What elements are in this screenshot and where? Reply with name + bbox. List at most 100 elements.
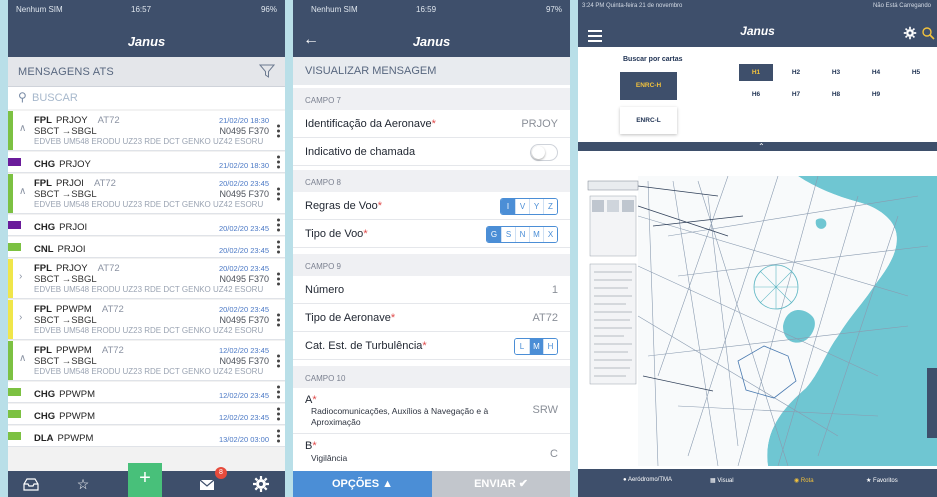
message-time: 21/02/20 18:30 bbox=[218, 161, 269, 170]
chevron-up-icon[interactable]: ∧ bbox=[19, 186, 26, 197]
more-icon[interactable] bbox=[277, 311, 281, 328]
option-l[interactable]: L bbox=[515, 339, 529, 354]
chart-button-h4[interactable]: H4 bbox=[859, 64, 893, 81]
equipment-a-value[interactable]: SRW bbox=[533, 404, 558, 416]
number-label: Número bbox=[305, 284, 345, 296]
number-row[interactable]: Número 1 bbox=[293, 276, 570, 304]
status-marker bbox=[8, 432, 21, 440]
search-icon[interactable] bbox=[921, 26, 935, 40]
chart-button-h6[interactable]: H6 bbox=[739, 86, 773, 103]
gear-icon[interactable] bbox=[252, 475, 270, 493]
message-time: 12/02/20 23:45 bbox=[218, 413, 269, 422]
chevron-right-icon[interactable]: › bbox=[19, 271, 22, 282]
equipment-a-row[interactable]: A* Radiocomunicações, Auxílios à Navegaç… bbox=[293, 388, 570, 434]
more-icon[interactable] bbox=[277, 428, 281, 445]
chart-button-h2[interactable]: H2 bbox=[779, 64, 813, 81]
chart-button-h8[interactable]: H8 bbox=[819, 86, 853, 103]
option-y[interactable]: Y bbox=[529, 199, 543, 214]
message-row[interactable]: ∧ FPL PPWPM AT72 12/02/20 23:45 SBCT →SBGL N04… bbox=[8, 341, 285, 381]
chevron-up-icon[interactable]: ∧ bbox=[19, 353, 26, 364]
chevron-up-icon[interactable]: ∧ bbox=[19, 123, 26, 134]
message-time: 12/02/20 23:45 bbox=[218, 391, 269, 400]
message-row[interactable]: CHG PPWPM 12/02/20 23:45 bbox=[8, 382, 285, 403]
option-i[interactable]: I bbox=[501, 199, 515, 214]
more-icon[interactable] bbox=[277, 352, 281, 369]
option-x[interactable]: X bbox=[543, 227, 557, 242]
more-icon[interactable] bbox=[277, 122, 281, 139]
equipment-b-row[interactable]: B* Vigilância C bbox=[293, 434, 570, 474]
message-row[interactable]: CHG PPWPM 12/02/20 23:45 bbox=[8, 404, 285, 425]
option-m[interactable]: M bbox=[529, 227, 543, 242]
message-row[interactable]: › FPL PPWPM AT72 20/02/20 23:45 SBCT →SBGL N04… bbox=[8, 300, 285, 340]
option-s[interactable]: S bbox=[501, 227, 515, 242]
ident-value[interactable]: PRJOY bbox=[521, 118, 558, 130]
aircraft-type: AT72 bbox=[101, 304, 124, 315]
option-z[interactable]: Z bbox=[543, 199, 557, 214]
message-row[interactable]: ∧ FPL PRJOI AT72 20/02/20 23:45 SBCT →SBGL N04… bbox=[8, 174, 285, 214]
battery-label: 96% bbox=[260, 5, 277, 14]
inbox-icon[interactable] bbox=[22, 475, 40, 493]
chevron-right-icon[interactable]: › bbox=[19, 312, 22, 323]
message-row[interactable]: ∧ FPL PRJOY AT72 21/02/20 18:30 SBCT →SBGL N04… bbox=[8, 111, 285, 151]
add-message-button[interactable]: + bbox=[128, 463, 162, 497]
gear-icon[interactable] bbox=[903, 26, 917, 40]
option-m[interactable]: M bbox=[529, 339, 543, 354]
turbulence-selector[interactable]: LMH bbox=[514, 338, 558, 355]
flight-type-selector[interactable]: GSNMX bbox=[486, 226, 558, 243]
chart-button-h3[interactable]: H3 bbox=[819, 64, 853, 81]
more-icon[interactable] bbox=[277, 154, 281, 171]
number-value[interactable]: 1 bbox=[552, 284, 558, 296]
message-row[interactable]: CNL PRJOI 20/02/20 23:45 bbox=[8, 237, 285, 258]
clock: 16:57 bbox=[131, 5, 152, 14]
message-row[interactable]: CHG PRJOY 21/02/20 18:30 bbox=[8, 152, 285, 173]
chart-button-h9[interactable]: H9 bbox=[859, 86, 893, 103]
callsign-toggle[interactable] bbox=[530, 144, 558, 161]
chart-button-h7[interactable]: H7 bbox=[779, 86, 813, 103]
message-title: FPL PRJOI AT72 bbox=[34, 178, 116, 189]
search-input[interactable]: BUSCAR bbox=[32, 92, 78, 104]
option-n[interactable]: N bbox=[515, 227, 529, 242]
search-bar[interactable]: ⚲ BUSCAR bbox=[8, 87, 285, 109]
send-button[interactable]: ENVIAR ✔ bbox=[432, 471, 570, 497]
enroute-chart[interactable] bbox=[578, 175, 937, 467]
star-icon[interactable]: ☆ bbox=[74, 475, 92, 493]
message-row[interactable]: DLA PPWPM 13/02/20 03:00 bbox=[8, 426, 285, 447]
more-icon[interactable] bbox=[277, 217, 281, 234]
more-icon[interactable] bbox=[277, 185, 281, 202]
tab-rota[interactable]: ◉ Rota bbox=[794, 477, 814, 484]
chart-button-h5[interactable]: H5 bbox=[899, 64, 933, 81]
tab-favoritos[interactable]: ★ Favoritos bbox=[866, 477, 898, 484]
flight-rules-selector[interactable]: IVYZ bbox=[500, 198, 558, 215]
equipment-a-desc: Radiocomunicações, Auxílios à Navegação … bbox=[311, 406, 489, 427]
option-h[interactable]: H bbox=[543, 339, 557, 354]
more-icon[interactable] bbox=[277, 239, 281, 256]
aircraft-type-value[interactable]: AT72 bbox=[533, 312, 558, 324]
equipment-b-value[interactable]: C bbox=[550, 448, 558, 460]
enrc-l-button[interactable]: ENRC-L bbox=[620, 107, 677, 134]
message-row[interactable]: › FPL PRJOY AT72 20/02/20 23:45 SBCT →SBGL N04… bbox=[8, 259, 285, 299]
option-g[interactable]: G bbox=[487, 227, 501, 242]
filter-icon[interactable] bbox=[259, 63, 275, 79]
more-icon[interactable] bbox=[277, 270, 281, 287]
chart-button-h1[interactable]: H1 bbox=[739, 64, 773, 81]
status-marker bbox=[8, 174, 13, 213]
flight-rules-label: Regras de Voo bbox=[305, 200, 378, 212]
tab-aerodromo[interactable]: ● Aeródromo/TMA bbox=[623, 477, 672, 483]
option-v[interactable]: V bbox=[515, 199, 529, 214]
tab-visual[interactable]: ▦ Visual bbox=[710, 477, 734, 484]
route-airports: SBCT →SBGL bbox=[34, 189, 97, 200]
message-row[interactable]: CHG PRJOI 20/02/20 23:45 bbox=[8, 215, 285, 236]
options-button[interactable]: OPÇÕES ▲ bbox=[293, 471, 432, 497]
more-icon[interactable] bbox=[277, 384, 281, 401]
aircraft-type-row[interactable]: Tipo de Aeronave* AT72 bbox=[293, 304, 570, 332]
more-icon[interactable] bbox=[277, 406, 281, 423]
collapse-strip[interactable]: ⌃ bbox=[578, 142, 937, 151]
message-type: CHG bbox=[34, 222, 56, 233]
message-ident: PRJOI bbox=[57, 244, 86, 255]
map-tools[interactable] bbox=[927, 368, 937, 438]
message-ident: PRJOY bbox=[55, 263, 88, 274]
search-by-charts-label: Buscar por cartas bbox=[623, 56, 683, 63]
enrc-h-button[interactable]: ENRC-H bbox=[620, 72, 677, 100]
mail-icon[interactable] bbox=[198, 475, 216, 493]
ident-row[interactable]: Identificação da Aeronave* PRJOY bbox=[293, 110, 570, 138]
